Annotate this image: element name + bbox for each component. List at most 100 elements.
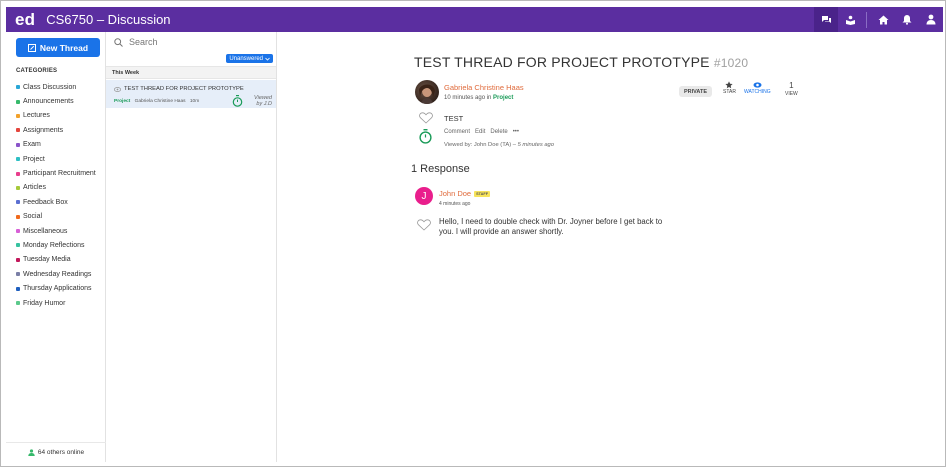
watching-button[interactable]: WATCHING — [744, 81, 771, 95]
category-item[interactable]: Project — [16, 152, 96, 166]
view-label: VIEW — [785, 91, 798, 97]
response-author[interactable]: John Doe — [439, 189, 471, 198]
unanswered-filter-dropdown[interactable]: Unanswered — [226, 54, 273, 63]
category-label: Friday Humor — [23, 299, 66, 307]
home-icon[interactable] — [871, 7, 895, 32]
delete-link[interactable]: Delete — [490, 129, 507, 135]
thread-item-title-text: TEST THREAD FOR PROJECT PROTOTYPE — [124, 86, 244, 92]
category-label: Announcements — [23, 98, 74, 106]
top-bar: ed CS6750 – Discussion — [6, 7, 943, 32]
app-window: ed CS6750 – Discussion New Thread CATEGO… — [0, 0, 946, 467]
search-bar — [114, 37, 249, 47]
new-thread-button[interactable]: New Thread — [16, 38, 100, 57]
post-actions: Comment Edit Delete ••• — [444, 129, 519, 135]
category-label: Lectures — [23, 112, 50, 120]
category-color-dot — [16, 257, 20, 262]
category-label: Feedback Box — [23, 198, 68, 206]
category-color-dot — [16, 185, 20, 190]
category-label: Assignments — [23, 126, 64, 134]
search-input[interactable] — [129, 37, 249, 47]
category-item[interactable]: Social — [16, 210, 96, 224]
thread-item-title: TEST THREAD FOR PROJECT PROTOTYPE — [114, 86, 244, 92]
category-label: Class Discussion — [23, 83, 77, 91]
category-item[interactable]: Participant Recruitment — [16, 166, 96, 180]
category-item[interactable]: Wednesday Readings — [16, 267, 96, 281]
category-color-dot — [16, 128, 20, 133]
category-item[interactable]: Monday Reflections — [16, 238, 96, 252]
week-group-header: This Week — [106, 66, 276, 79]
online-count-label: 64 others online — [37, 449, 85, 456]
online-count: 64 others online — [6, 442, 106, 456]
filter-label: Unanswered — [229, 55, 263, 62]
view-count: 1 VIEW — [785, 81, 798, 97]
topbar-icon-group — [814, 7, 943, 32]
chevron-down-icon — [265, 57, 270, 61]
category-item[interactable]: Exam — [16, 138, 96, 152]
category-label: Tuesday Media — [23, 256, 71, 264]
edit-link[interactable]: Edit — [475, 129, 485, 135]
post-author[interactable]: Gabriela Christine Haas — [444, 83, 524, 92]
category-label: Project — [23, 155, 45, 163]
post-body: TEST — [444, 114, 464, 123]
response-body: Hello, I need to double check with Dr. J… — [439, 217, 663, 236]
post-time-prefix: 10 minutes ago in — [444, 95, 492, 101]
thread-item-viewed: Viewed by J.D — [232, 95, 272, 107]
staff-badge: STAFF — [474, 190, 491, 197]
category-item[interactable]: Tuesday Media — [16, 253, 96, 267]
category-label: Participant Recruitment — [23, 170, 96, 178]
thread-item-category: Project — [114, 99, 131, 104]
like-heart-icon[interactable] — [419, 112, 433, 124]
ed-logo[interactable]: ed — [15, 10, 35, 30]
topbar-divider — [866, 11, 867, 28]
response-author-row: John Doe STAFF — [439, 189, 491, 198]
discussion-icon[interactable] — [814, 7, 838, 32]
post-title: TEST THREAD FOR PROJECT PROTOTYPE #1020 — [414, 54, 748, 70]
category-item[interactable]: Friday Humor — [16, 296, 96, 310]
category-item[interactable]: Assignments — [16, 123, 96, 137]
post-category-link[interactable]: Project — [493, 95, 513, 101]
category-color-dot — [16, 113, 20, 118]
category-label: Wednesday Readings — [23, 270, 92, 278]
category-color-dot — [16, 171, 20, 176]
category-item[interactable]: Feedback Box — [16, 195, 96, 209]
category-item[interactable]: Articles — [16, 181, 96, 195]
star-button[interactable]: STAR — [723, 81, 736, 95]
view-count-value: 1 — [789, 81, 794, 90]
category-color-dot — [16, 157, 20, 162]
compose-icon — [27, 43, 36, 52]
category-color-dot — [16, 286, 20, 291]
post-number: #1020 — [713, 56, 749, 70]
account-icon[interactable] — [919, 7, 943, 32]
category-label: Thursday Applications — [23, 285, 92, 293]
category-color-dot — [16, 200, 20, 205]
more-options-icon[interactable]: ••• — [513, 129, 519, 135]
comment-link[interactable]: Comment — [444, 129, 470, 135]
thread-item-author: Gabriela Christine Haas — [134, 99, 186, 104]
category-item[interactable]: Thursday Applications — [16, 281, 96, 295]
category-item[interactable]: Lectures — [16, 109, 96, 123]
eye-icon — [753, 82, 762, 88]
response-like-heart-icon[interactable] — [417, 219, 431, 231]
category-label: Articles — [23, 184, 46, 192]
viewed-line-2: by J.D — [256, 101, 272, 107]
category-color-dot — [16, 214, 20, 219]
category-label: Miscellaneous — [23, 227, 68, 235]
stopwatch-icon — [232, 95, 243, 107]
categories-heading: CATEGORIES — [16, 68, 58, 74]
notifications-icon[interactable] — [895, 7, 919, 32]
post-timestamp: 10 minutes ago in Project — [444, 95, 513, 101]
category-item[interactable]: Announcements — [16, 94, 96, 108]
category-item[interactable]: Class Discussion — [16, 80, 96, 94]
lessons-icon[interactable] — [838, 7, 862, 32]
thread-detail: TEST THREAD FOR PROJECT PROTOTYPE #1020 … — [277, 32, 943, 462]
category-item[interactable]: Miscellaneous — [16, 224, 96, 238]
star-icon — [725, 81, 734, 89]
category-label: Monday Reflections — [23, 241, 85, 249]
viewed-by-text: Viewed by: John Doe (TA) – 5 minutes ago — [444, 142, 554, 148]
responder-avatar[interactable]: J — [415, 187, 433, 205]
author-avatar[interactable] — [415, 80, 439, 104]
thread-item-viewed-text: Viewed by J.D — [246, 95, 272, 107]
thread-list-item[interactable]: TEST THREAD FOR PROJECT PROTOTYPE Projec… — [106, 80, 276, 108]
private-badge: PRIVATE — [679, 86, 713, 97]
category-color-dot — [16, 85, 20, 90]
